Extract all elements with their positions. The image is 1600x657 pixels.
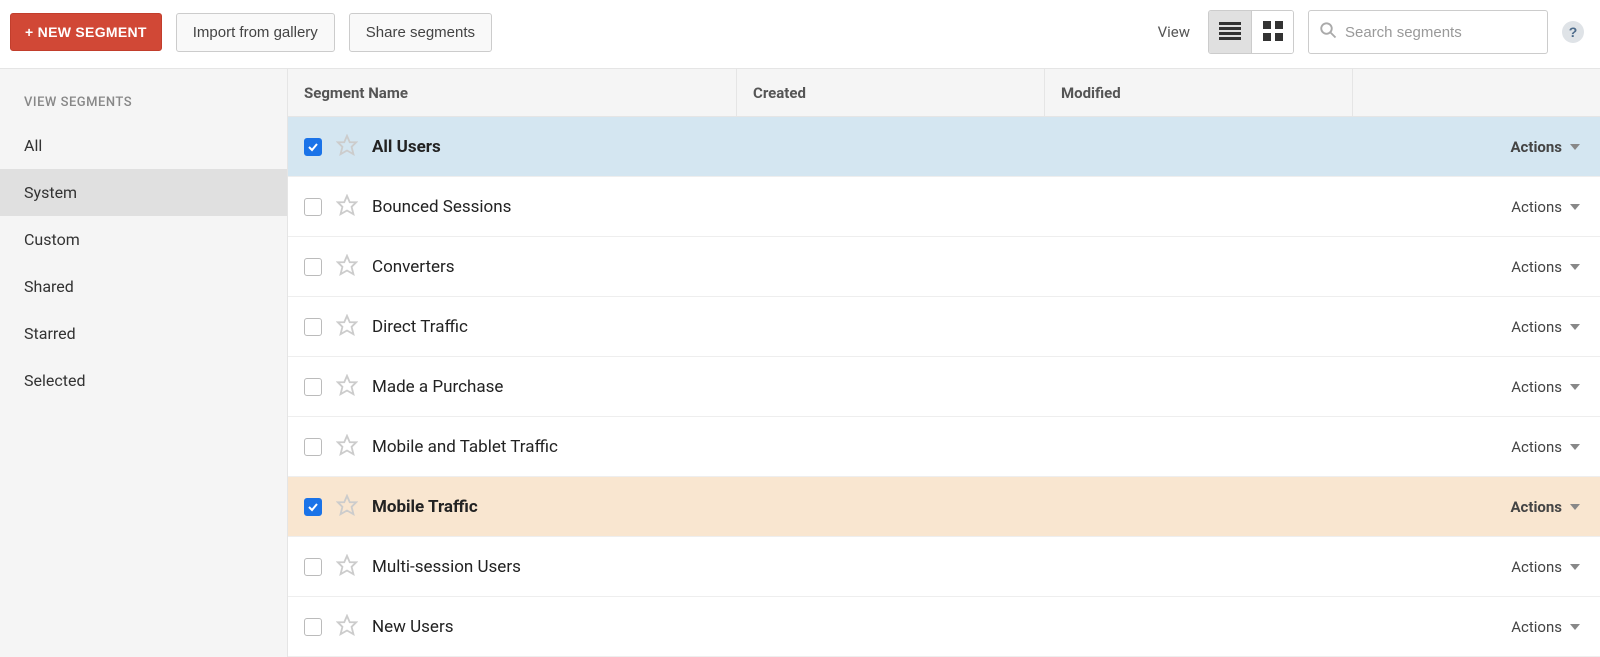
- chevron-down-icon: [1570, 384, 1580, 390]
- row-checkbox[interactable]: [304, 618, 322, 636]
- star-icon[interactable]: [336, 434, 358, 460]
- table-row[interactable]: All Users Actions: [288, 117, 1600, 177]
- actions-button[interactable]: Actions: [1511, 558, 1584, 576]
- actions-button[interactable]: Actions: [1511, 438, 1584, 456]
- row-checkbox[interactable]: [304, 258, 322, 276]
- view-toggle: [1208, 10, 1294, 54]
- sidebar-heading: VIEW SEGMENTS: [0, 95, 287, 122]
- star-icon[interactable]: [336, 614, 358, 640]
- actions-button[interactable]: Actions: [1511, 618, 1584, 636]
- segment-name: Multi-session Users: [372, 557, 521, 577]
- segment-name: Direct Traffic: [372, 317, 468, 337]
- actions-label: Actions: [1511, 618, 1562, 636]
- actions-label: Actions: [1511, 198, 1562, 216]
- search-box[interactable]: [1308, 10, 1548, 54]
- row-checkbox[interactable]: [304, 138, 322, 156]
- column-header-modified[interactable]: Modified: [1044, 69, 1352, 116]
- import-from-gallery-button[interactable]: Import from gallery: [176, 13, 335, 52]
- sidebar-item-starred[interactable]: Starred: [0, 310, 287, 357]
- star-icon[interactable]: [336, 194, 358, 220]
- row-checkbox[interactable]: [304, 378, 322, 396]
- main: VIEW SEGMENTS AllSystemCustomSharedStarr…: [0, 69, 1600, 657]
- star-icon[interactable]: [336, 314, 358, 340]
- table-row[interactable]: Mobile Traffic Actions: [288, 477, 1600, 537]
- actions-label: Actions: [1510, 138, 1562, 156]
- segment-name: All Users: [372, 137, 441, 157]
- segment-name: Mobile and Tablet Traffic: [372, 437, 558, 457]
- row-checkbox[interactable]: [304, 558, 322, 576]
- actions-label: Actions: [1511, 318, 1562, 336]
- sidebar-item-shared[interactable]: Shared: [0, 263, 287, 310]
- grid-icon: [1263, 21, 1283, 44]
- sidebar-item-all[interactable]: All: [0, 122, 287, 169]
- chevron-down-icon: [1570, 324, 1580, 330]
- chevron-down-icon: [1570, 444, 1580, 450]
- table-row[interactable]: Mobile and Tablet Traffic Actions: [288, 417, 1600, 477]
- table-row[interactable]: Made a Purchase Actions: [288, 357, 1600, 417]
- chevron-down-icon: [1570, 624, 1580, 630]
- actions-button[interactable]: Actions: [1510, 138, 1584, 156]
- column-header-name[interactable]: Segment Name: [288, 84, 736, 102]
- table-header: Segment Name Created Modified: [288, 69, 1600, 117]
- chevron-down-icon: [1570, 564, 1580, 570]
- new-segment-button[interactable]: + NEW SEGMENT: [10, 13, 162, 51]
- table-row[interactable]: Bounced Sessions Actions: [288, 177, 1600, 237]
- row-checkbox[interactable]: [304, 198, 322, 216]
- list-icon: [1219, 22, 1241, 43]
- segment-name: Mobile Traffic: [372, 497, 478, 517]
- actions-label: Actions: [1511, 258, 1562, 276]
- view-list-button[interactable]: [1209, 11, 1251, 53]
- segment-name: Bounced Sessions: [372, 197, 511, 217]
- toolbar: + NEW SEGMENT Import from gallery Share …: [0, 0, 1600, 69]
- search-icon: [1319, 21, 1337, 43]
- content: Segment Name Created Modified All UsersA…: [288, 69, 1600, 657]
- actions-label: Actions: [1510, 498, 1562, 516]
- star-icon[interactable]: [336, 494, 358, 520]
- share-segments-button[interactable]: Share segments: [349, 13, 492, 52]
- row-checkbox[interactable]: [304, 318, 322, 336]
- table-row[interactable]: Converters Actions: [288, 237, 1600, 297]
- sidebar-item-selected[interactable]: Selected: [0, 357, 287, 404]
- actions-button[interactable]: Actions: [1511, 258, 1584, 276]
- row-checkbox[interactable]: [304, 498, 322, 516]
- column-header-created[interactable]: Created: [736, 69, 1044, 116]
- actions-button[interactable]: Actions: [1511, 318, 1584, 336]
- sidebar-item-system[interactable]: System: [0, 169, 287, 216]
- chevron-down-icon: [1570, 204, 1580, 210]
- star-icon[interactable]: [336, 374, 358, 400]
- table-row[interactable]: Direct Traffic Actions: [288, 297, 1600, 357]
- row-checkbox[interactable]: [304, 438, 322, 456]
- sidebar-item-custom[interactable]: Custom: [0, 216, 287, 263]
- actions-button[interactable]: Actions: [1511, 378, 1584, 396]
- star-icon[interactable]: [336, 554, 358, 580]
- segment-name: Converters: [372, 257, 455, 277]
- view-grid-button[interactable]: [1251, 11, 1293, 53]
- sidebar: VIEW SEGMENTS AllSystemCustomSharedStarr…: [0, 69, 288, 657]
- search-input[interactable]: [1345, 24, 1544, 41]
- segment-name: New Users: [372, 617, 453, 637]
- chevron-down-icon: [1570, 264, 1580, 270]
- segment-name: Made a Purchase: [372, 377, 503, 397]
- actions-label: Actions: [1511, 558, 1562, 576]
- table-row[interactable]: Multi-session Users Actions: [288, 537, 1600, 597]
- table-row[interactable]: New Users Actions: [288, 597, 1600, 657]
- view-label: View: [1158, 23, 1190, 41]
- actions-label: Actions: [1511, 378, 1562, 396]
- actions-button[interactable]: Actions: [1511, 198, 1584, 216]
- column-header-actions: [1352, 69, 1600, 116]
- help-button[interactable]: ?: [1562, 21, 1584, 43]
- star-icon[interactable]: [336, 134, 358, 160]
- chevron-down-icon: [1570, 144, 1580, 150]
- actions-button[interactable]: Actions: [1510, 498, 1584, 516]
- actions-label: Actions: [1511, 438, 1562, 456]
- chevron-down-icon: [1570, 504, 1580, 510]
- star-icon[interactable]: [336, 254, 358, 280]
